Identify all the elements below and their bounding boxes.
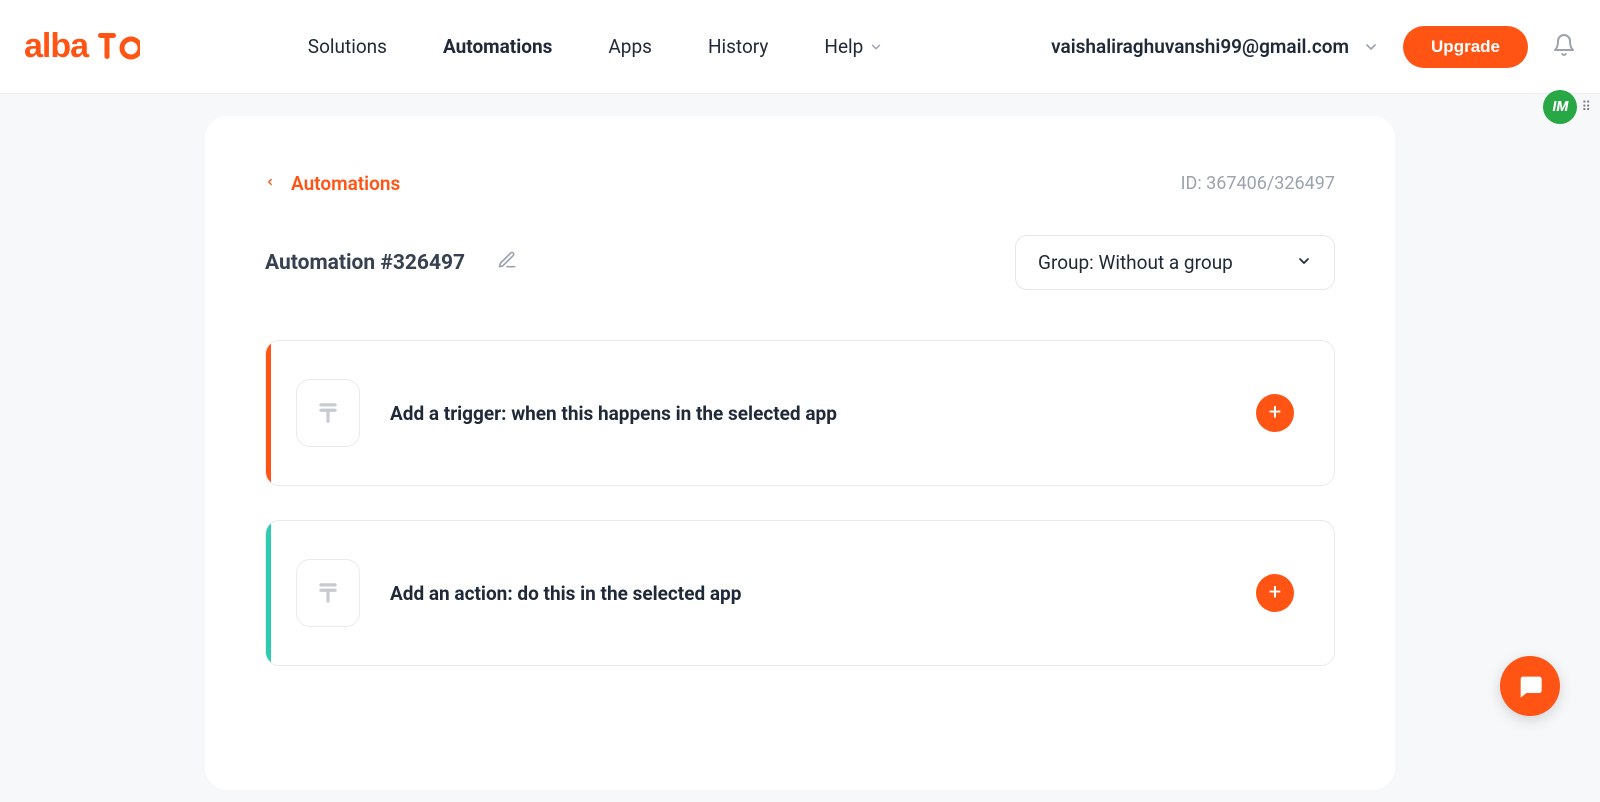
header: alba Solutions Automations Apps History … — [0, 0, 1600, 94]
upgrade-button[interactable]: Upgrade — [1403, 26, 1528, 68]
action-step-card[interactable]: Add an action: do this in the selected a… — [265, 520, 1335, 666]
drag-handle-icon[interactable]: ⠿ — [1581, 101, 1592, 114]
plus-icon: + — [1269, 582, 1281, 604]
nav-history[interactable]: History — [708, 35, 768, 58]
notifications-icon[interactable] — [1552, 33, 1576, 61]
chevron-down-icon — [1296, 251, 1312, 274]
group-select[interactable]: Group: Without a group — [1015, 235, 1335, 290]
action-step-text: Add an action: do this in the selected a… — [390, 582, 1226, 605]
nav-help-label: Help — [824, 35, 863, 58]
nav-help[interactable]: Help — [824, 35, 883, 58]
user-email-text: vaishaliraghuvanshi99@gmail.com — [1051, 35, 1349, 58]
nav-apps[interactable]: Apps — [608, 35, 652, 58]
main-nav: Solutions Automations Apps History Help — [140, 35, 1051, 58]
automation-title-block: Automation #326497 — [265, 250, 517, 276]
edit-title-icon[interactable] — [497, 250, 517, 276]
svg-text:alba: alba — [24, 30, 90, 64]
trigger-step-card[interactable]: Add a trigger: when this happens in the … — [265, 340, 1335, 486]
user-block: vaishaliraghuvanshi99@gmail.com Upgrade — [1051, 26, 1576, 68]
breadcrumb-back[interactable]: Automations — [265, 172, 400, 195]
extension-badge[interactable]: IM — [1543, 90, 1577, 124]
brand-logo[interactable]: alba — [24, 30, 140, 64]
user-menu[interactable]: vaishaliraghuvanshi99@gmail.com — [1051, 35, 1379, 58]
automation-title: Automation #326497 — [265, 251, 465, 275]
action-placeholder-icon — [296, 559, 360, 627]
chat-widget[interactable] — [1500, 656, 1560, 716]
breadcrumb-label: Automations — [291, 172, 400, 195]
add-trigger-button[interactable]: + — [1256, 394, 1294, 432]
chevron-down-icon — [1363, 39, 1379, 55]
trigger-step-text: Add a trigger: when this happens in the … — [390, 402, 1226, 425]
chevron-left-icon — [265, 172, 275, 195]
chevron-down-icon — [869, 40, 883, 54]
add-action-button[interactable]: + — [1256, 574, 1294, 612]
trigger-placeholder-icon — [296, 379, 360, 447]
side-widget[interactable]: IM ⠿ — [1543, 90, 1592, 124]
main-panel: Automations ID: 367406/326497 Automation… — [205, 116, 1395, 790]
plus-icon: + — [1269, 402, 1281, 424]
nav-automations[interactable]: Automations — [443, 35, 552, 58]
page-id: ID: 367406/326497 — [1181, 173, 1335, 194]
group-select-label: Group: Without a group — [1038, 251, 1233, 274]
nav-solutions[interactable]: Solutions — [308, 35, 387, 58]
